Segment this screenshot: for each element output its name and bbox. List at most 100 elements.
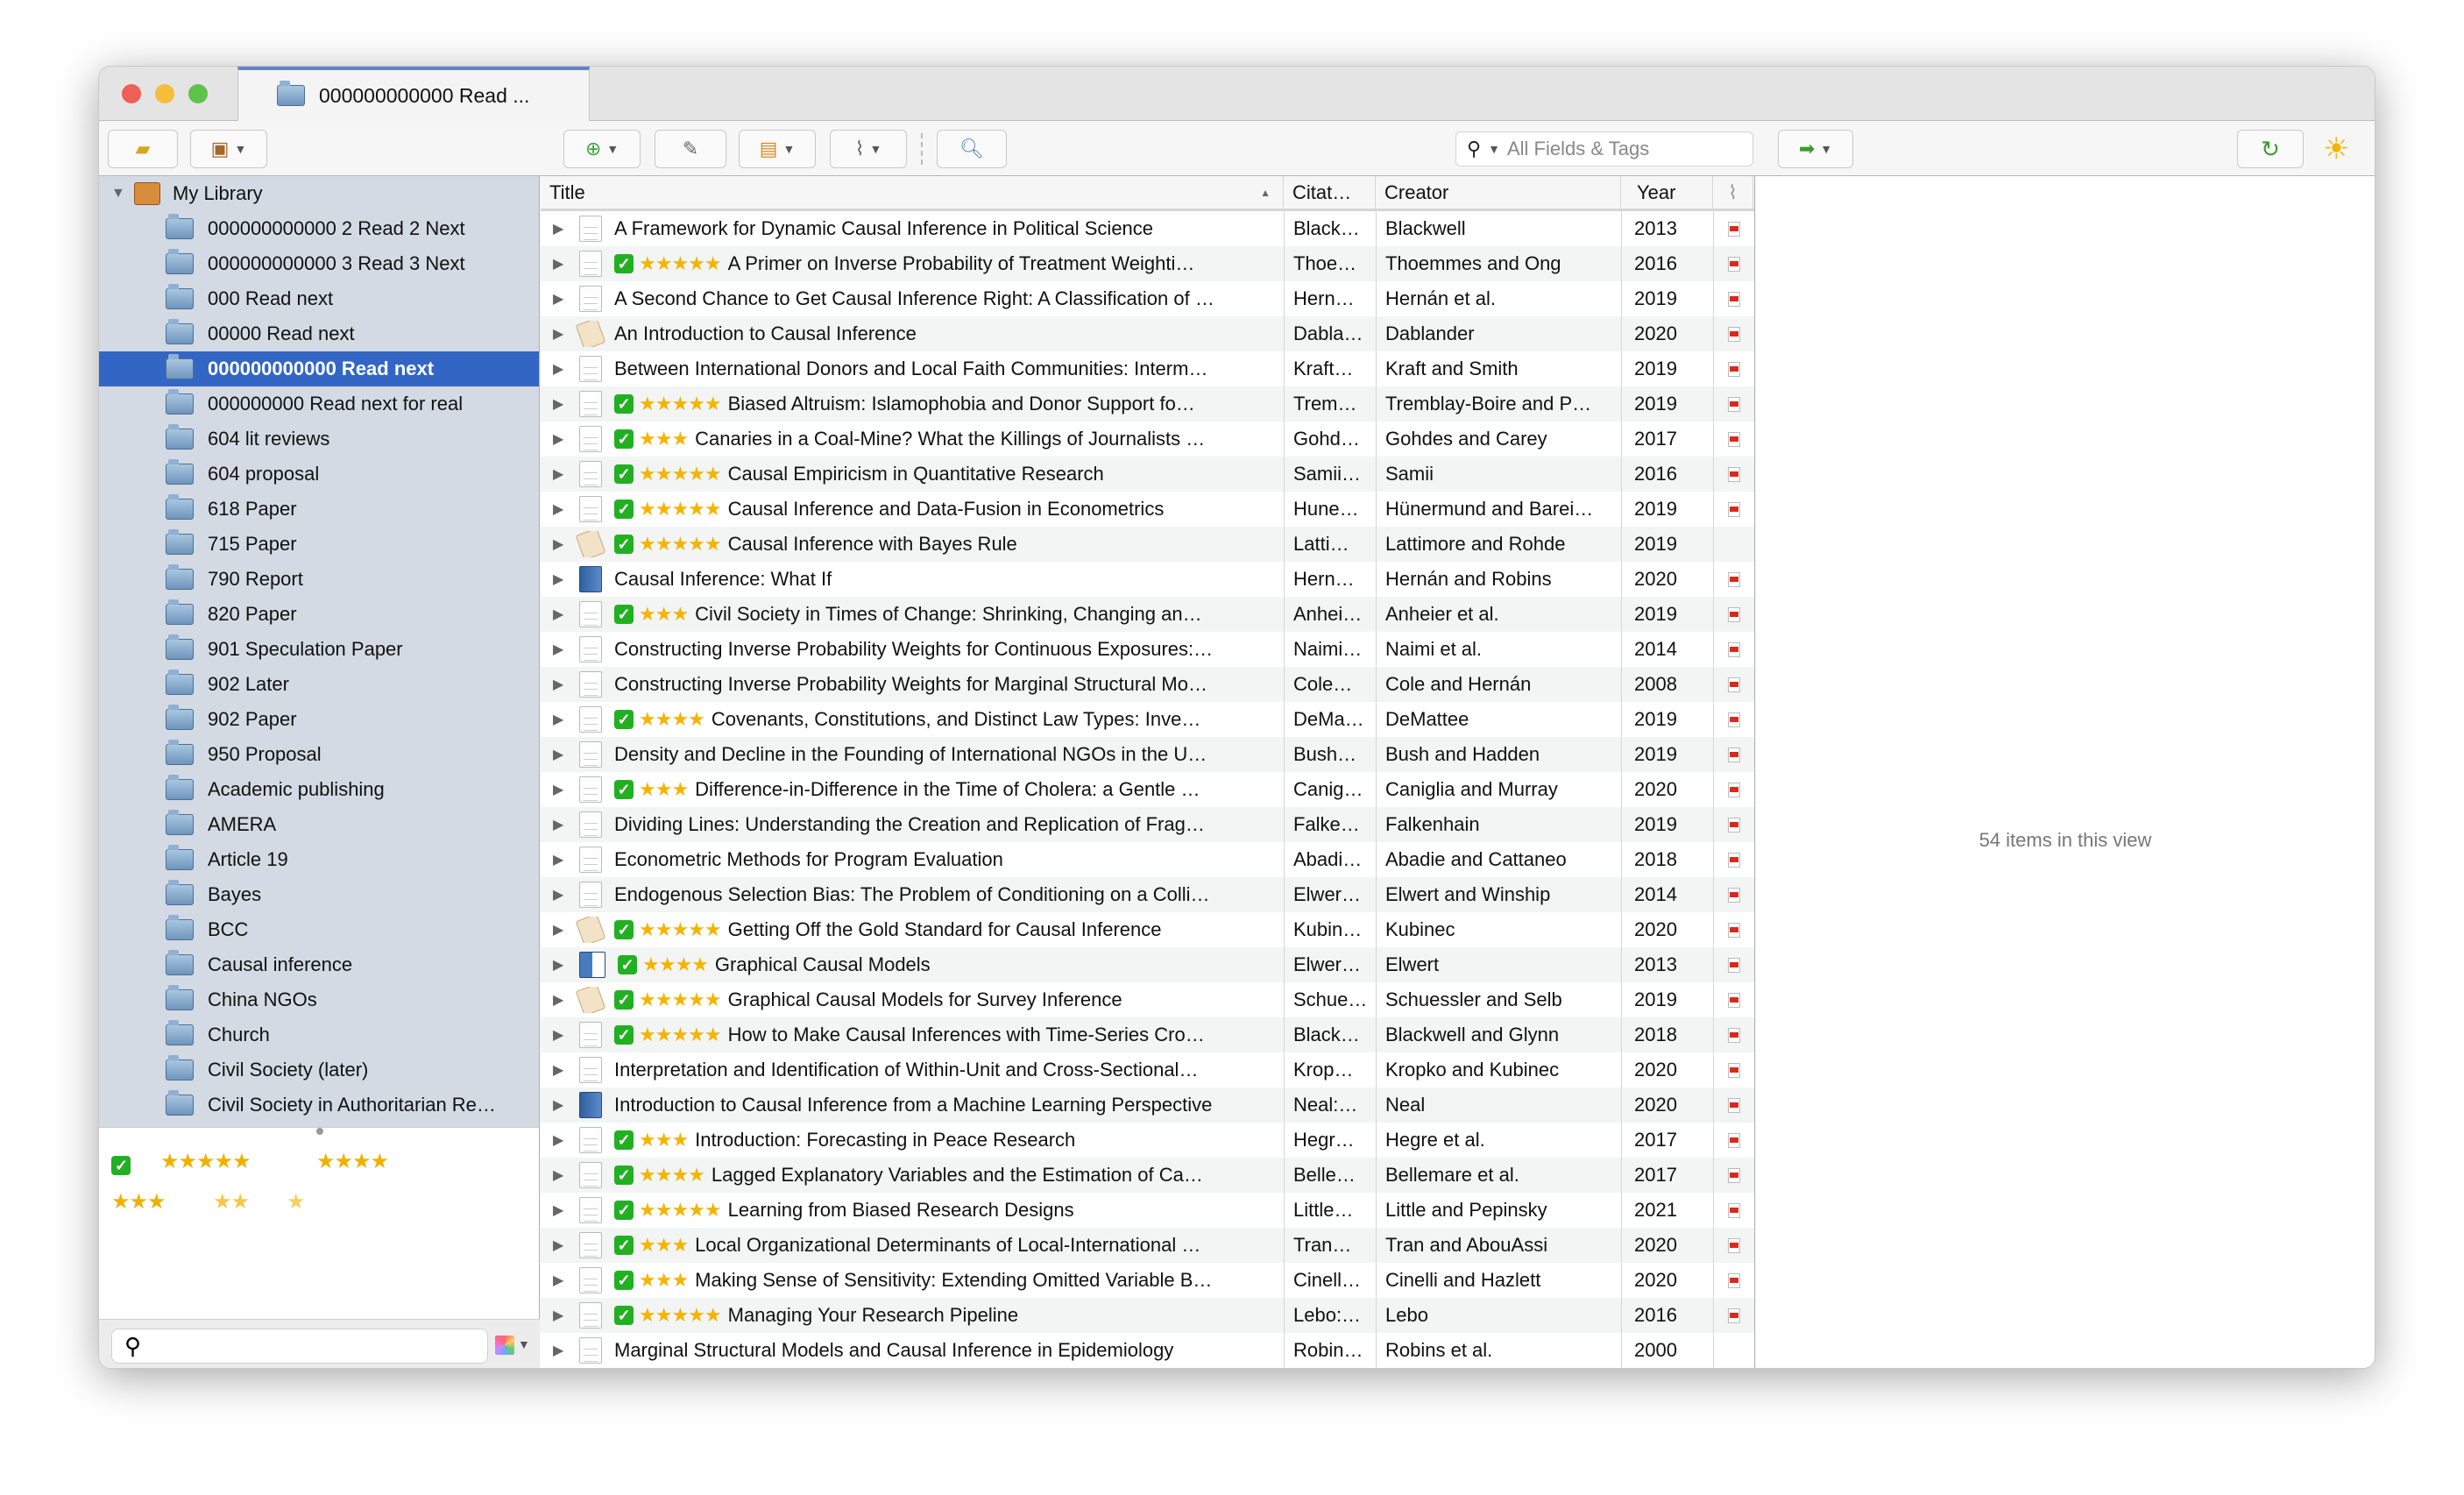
collection-item[interactable]: Causal inference <box>99 947 539 982</box>
collection-item[interactable]: China NGOs <box>99 982 539 1017</box>
tab-library[interactable]: 000000000000 Read ... <box>237 67 590 121</box>
pdf-icon[interactable] <box>1727 677 1740 692</box>
collection-item[interactable]: AMERA <box>99 807 539 842</box>
item-row[interactable]: ▶ ✓ ★★★★ Covenants, Constitutions, and Dist… <box>541 702 1754 737</box>
item-row[interactable]: ▶ Econometric Methods for Program Evaluat… <box>541 842 1754 877</box>
new-library-button[interactable]: ▣ ▼ <box>190 130 267 168</box>
collection-item[interactable]: Bayes <box>99 877 539 912</box>
collection-item[interactable]: 604 lit reviews <box>99 422 539 457</box>
pdf-icon[interactable] <box>1727 221 1740 237</box>
item-row[interactable]: ▶ ✓ ★★★★★ Graphical Causal Models for Surve… <box>541 982 1754 1017</box>
expand-triangle-icon[interactable]: ▶ <box>553 1201 579 1219</box>
expand-triangle-icon[interactable]: ▶ <box>553 1272 579 1289</box>
collection-item[interactable]: 950 Proposal <box>99 737 539 772</box>
add-by-identifier-button[interactable]: ✎ <box>655 130 726 168</box>
collection-item[interactable]: 820 Paper <box>99 597 539 632</box>
expand-triangle-icon[interactable]: ▶ <box>553 1342 579 1359</box>
pdf-icon[interactable] <box>1727 431 1740 447</box>
item-row[interactable]: ▶ Constructing Inverse Probability Weight… <box>541 667 1754 702</box>
expand-triangle-icon[interactable]: ▶ <box>553 921 579 939</box>
item-row[interactable]: ▶ ✓ ★★★★★ Causal Inference with Bayes Rule L… <box>541 527 1754 562</box>
expand-triangle-icon[interactable]: ▶ <box>553 1236 579 1254</box>
pdf-icon[interactable] <box>1727 291 1740 307</box>
column-attachments[interactable]: ⌇ <box>1713 176 1753 209</box>
item-row[interactable]: ▶ Density and Decline in the Founding of … <box>541 737 1754 772</box>
pdf-icon[interactable] <box>1727 1167 1740 1183</box>
sun-icon[interactable]: ☀ <box>2323 131 2349 167</box>
pdf-icon[interactable] <box>1727 1062 1740 1078</box>
tag-2-stars[interactable]: ★★ <box>213 1189 250 1215</box>
item-row[interactable]: ▶ ✓ ★★★★★ Getting Off the Gold Standard for… <box>541 912 1754 947</box>
collection-item[interactable]: 902 Later <box>99 667 539 702</box>
collection-item[interactable]: 000000000000 2 Read 2 Next <box>99 211 539 246</box>
pdf-icon[interactable] <box>1727 571 1740 587</box>
expand-triangle-icon[interactable]: ▶ <box>553 711 579 728</box>
pdf-icon[interactable] <box>1727 957 1740 973</box>
item-row[interactable]: ▶ A Framework for Dynamic Causal Inferenc… <box>541 211 1754 246</box>
pdf-icon[interactable] <box>1727 1237 1740 1253</box>
collection-item[interactable]: 000000000000 3 Read 3 Next <box>99 246 539 281</box>
locate-button[interactable]: ➡ ▼ <box>1778 130 1853 168</box>
expand-triangle-icon[interactable]: ▶ <box>553 746 579 763</box>
collection-item[interactable]: 790 Report <box>99 562 539 597</box>
pdf-icon[interactable] <box>1727 466 1740 482</box>
pdf-icon[interactable] <box>1727 782 1740 797</box>
expand-triangle-icon[interactable]: ▶ <box>553 606 579 623</box>
pdf-icon[interactable] <box>1727 852 1740 868</box>
column-title[interactable]: Title ▲ <box>541 176 1284 209</box>
item-row[interactable]: ▶ ✓ ★★★★★ Managing Your Research Pipeline Le… <box>541 1298 1754 1333</box>
expand-triangle-icon[interactable]: ▶ <box>553 1061 579 1079</box>
collection-item[interactable]: Academic publishing <box>99 772 539 807</box>
expand-triangle-icon[interactable]: ▶ <box>553 991 579 1009</box>
collection-item[interactable]: Civil Society (later) <box>99 1052 539 1088</box>
pdf-icon[interactable] <box>1727 1027 1740 1043</box>
column-year[interactable]: Year <box>1621 176 1713 209</box>
new-collection-button[interactable]: ▰ <box>108 130 178 168</box>
expand-triangle-icon[interactable]: ▶ <box>553 500 579 518</box>
item-row[interactable]: ▶ An Introduction to Causal Inference Dabl… <box>541 316 1754 351</box>
item-row[interactable]: ▶ Between International Donors and Local … <box>541 351 1754 386</box>
expand-triangle-icon[interactable]: ▶ <box>553 1026 579 1044</box>
column-creator[interactable]: Creator <box>1376 176 1621 209</box>
expand-triangle-icon[interactable]: ▶ <box>553 255 579 273</box>
expand-triangle-icon[interactable]: ▶ <box>553 1096 579 1114</box>
item-row[interactable]: ▶ ✓ ★★★★★ Biased Altruism: Islamophobia and… <box>541 386 1754 422</box>
expand-triangle-icon[interactable]: ▶ <box>553 395 579 413</box>
item-row[interactable]: ▶ Causal Inference: What If Hern… Hernán an… <box>541 562 1754 597</box>
add-attachment-button[interactable]: ⌇ ▼ <box>830 130 907 168</box>
splitter-handle[interactable] <box>316 1128 323 1135</box>
pdf-icon[interactable] <box>1727 747 1740 762</box>
item-row[interactable]: ▶ ✓ ★★★ Difference-in-Difference in the Tim… <box>541 772 1754 807</box>
item-row[interactable]: ▶ Constructing Inverse Probability Weight… <box>541 632 1754 667</box>
expand-triangle-icon[interactable]: ▶ <box>553 430 579 448</box>
close-button[interactable] <box>122 84 141 103</box>
expand-triangle-icon[interactable]: ▶ <box>553 886 579 903</box>
item-row[interactable]: ▶ ✓ ★★★ Civil Society in Times of Change: S… <box>541 597 1754 632</box>
pdf-icon[interactable] <box>1727 922 1740 938</box>
expand-triangle-icon[interactable]: ▶ <box>553 641 579 658</box>
item-row[interactable]: ▶ ✓ ★★★★★ Learning from Biased Research Des… <box>541 1193 1754 1228</box>
pdf-icon[interactable] <box>1727 1132 1740 1148</box>
expand-triangle-icon[interactable]: ▶ <box>553 781 579 798</box>
collection-item[interactable]: 604 proposal <box>99 457 539 492</box>
search-mode-chevron-icon[interactable]: ▼ <box>1488 142 1500 156</box>
pdf-icon[interactable] <box>1727 326 1740 342</box>
collection-item[interactable]: 00000 Read next <box>99 316 539 351</box>
expand-triangle-icon[interactable]: ▶ <box>553 535 579 553</box>
library-root[interactable]: ▼ My Library <box>99 176 539 211</box>
zoom-button[interactable] <box>188 84 208 103</box>
pdf-icon[interactable] <box>1727 641 1740 657</box>
expand-triangle-icon[interactable]: ▶ <box>553 325 579 343</box>
new-item-button[interactable]: ⊕ ▼ <box>563 130 641 168</box>
item-row[interactable]: ▶ Introduction to Causal Inference from a… <box>541 1088 1754 1123</box>
item-row[interactable]: ▶ ✓ ★★★★ Lagged Explanatory Variables and t… <box>541 1158 1754 1193</box>
item-row[interactable]: ▶ A Second Chance to Get Causal Inference… <box>541 281 1754 316</box>
pdf-icon[interactable] <box>1727 1307 1740 1323</box>
tag-check[interactable]: ✓ <box>111 1152 131 1177</box>
disclosure-triangle-icon[interactable]: ▼ <box>99 186 134 202</box>
pdf-icon[interactable] <box>1727 606 1740 622</box>
item-row[interactable]: ▶ ✓ ★★★ Making Sense of Sensitivity: Extend… <box>541 1263 1754 1298</box>
item-row[interactable]: ▶ Interpretation and Identification of Wi… <box>541 1052 1754 1088</box>
expand-triangle-icon[interactable]: ▶ <box>553 676 579 693</box>
pdf-icon[interactable] <box>1727 992 1740 1008</box>
